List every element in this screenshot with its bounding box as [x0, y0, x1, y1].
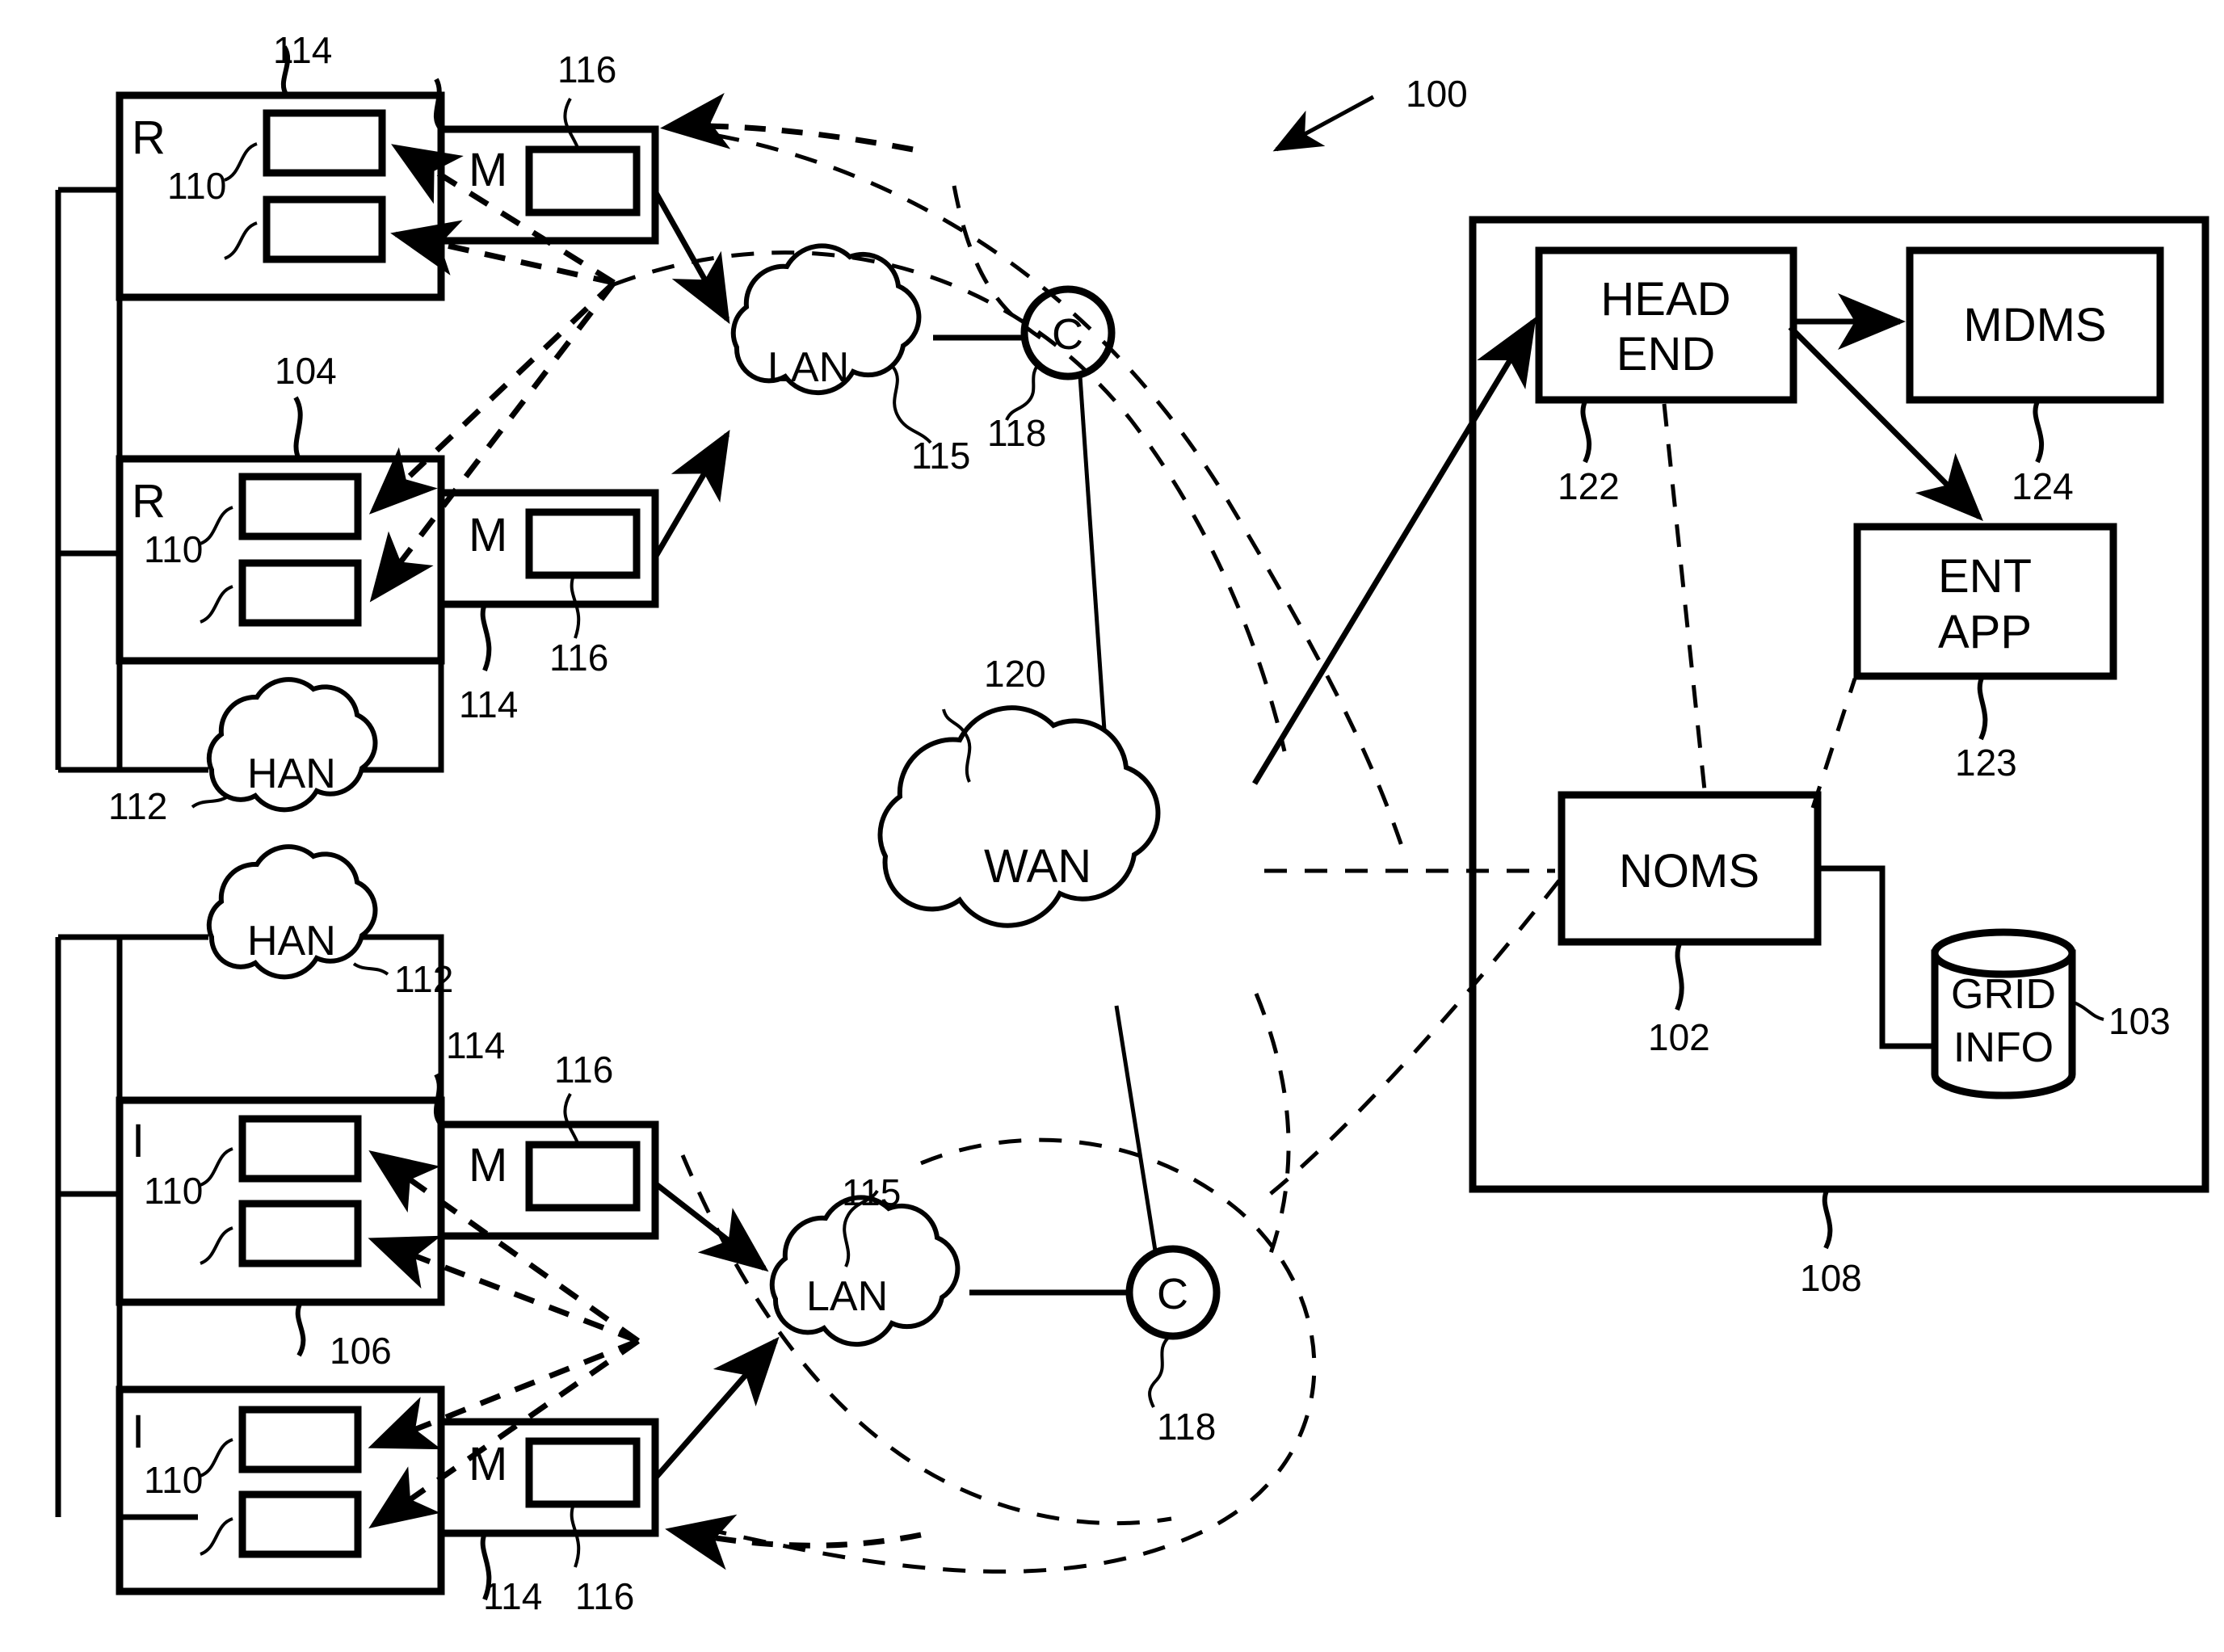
collector-top-letter: C — [1052, 310, 1083, 359]
ref-110-b: 110 — [144, 528, 203, 570]
wan-label: WAN — [984, 840, 1091, 893]
ref-123: 123 — [1955, 742, 2017, 784]
ent-app-label-line2: APP — [1938, 606, 2032, 658]
head-end-label-line2: END — [1616, 328, 1715, 380]
ref-103: 103 — [2108, 1000, 2171, 1042]
patent-figure: 100 R 110 114 116 M 104 R 110 M 116 114 … — [0, 0, 2224, 1652]
han-top-label: HAN — [247, 750, 336, 797]
ref-112-b: 112 — [394, 958, 453, 1000]
ref-112-a: 112 — [108, 785, 167, 827]
meter-bottom-2-letter: M — [469, 1438, 507, 1490]
diagram-text-layer: 100 R 110 114 116 M 104 R 110 M 116 114 … — [108, 29, 2171, 1617]
meter-top-1-letter: M — [469, 144, 507, 196]
collector-bottom-letter: C — [1157, 1270, 1188, 1318]
grid-info-label-line2: INFO — [1953, 1024, 2054, 1071]
meter-top-2-letter: M — [469, 509, 507, 561]
ref-114-c: 114 — [446, 1024, 505, 1066]
ref-124: 124 — [2012, 465, 2074, 507]
ref-115-b: 115 — [842, 1171, 901, 1213]
ref-114-b: 114 — [459, 683, 518, 725]
ref-106: 106 — [330, 1330, 392, 1372]
ref-108: 108 — [1800, 1257, 1862, 1299]
ref-118-a: 118 — [987, 412, 1046, 454]
ref-114-d: 114 — [483, 1575, 542, 1617]
ref-114-a: 114 — [273, 29, 332, 71]
ref-102: 102 — [1648, 1016, 1710, 1058]
lan-top-label: LAN — [767, 344, 849, 391]
han-bottom-label: HAN — [247, 918, 336, 965]
premises-i-bottom-letter: I — [132, 1406, 145, 1458]
ref-120: 120 — [984, 653, 1046, 695]
ref-116-b: 116 — [549, 637, 608, 679]
premises-r-top-letter: R — [132, 111, 166, 164]
figure-number-label: 100 — [1406, 73, 1468, 115]
ref-115-a: 115 — [911, 435, 970, 477]
ref-110-c: 110 — [144, 1170, 203, 1212]
ref-110-d: 110 — [144, 1459, 203, 1501]
ref-116-a: 116 — [557, 48, 616, 90]
ref-122: 122 — [1558, 465, 1620, 507]
ref-104: 104 — [275, 350, 337, 392]
premises-i-top-letter: I — [132, 1115, 145, 1167]
ref-116-c: 116 — [554, 1049, 613, 1091]
ref-118-b: 118 — [1157, 1406, 1216, 1448]
ref-116-d: 116 — [575, 1575, 634, 1617]
mdms-label: MDMS — [1963, 299, 2106, 351]
ref-110-a: 110 — [167, 165, 226, 207]
noms-label: NOMS — [1619, 845, 1759, 897]
grid-info-label-line1: GRID — [1951, 971, 2056, 1018]
meter-bottom-1-letter: M — [469, 1139, 507, 1192]
premises-r-bottom-letter: R — [132, 475, 166, 528]
lan-bottom-label: LAN — [806, 1273, 888, 1320]
ent-app-label-line1: ENT — [1938, 550, 2032, 603]
head-end-label-line1: HEAD — [1600, 273, 1730, 326]
